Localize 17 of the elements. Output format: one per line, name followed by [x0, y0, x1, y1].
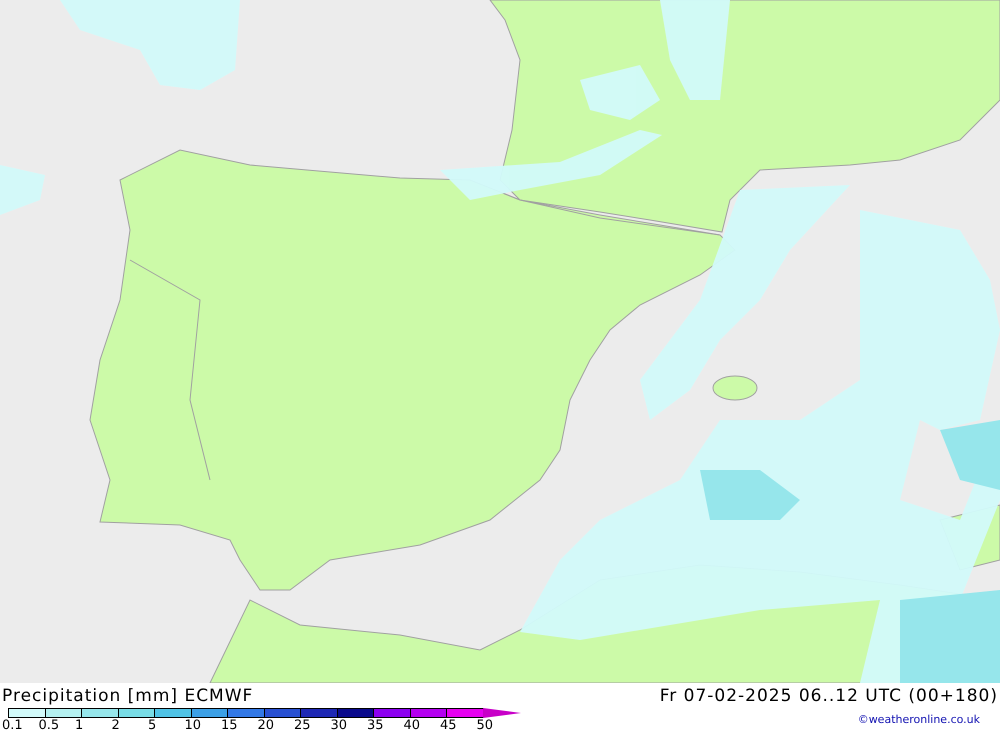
legend-label: 5	[148, 718, 156, 733]
legend-label: 10	[184, 718, 202, 733]
legend-label: 2	[112, 718, 120, 733]
legend-label: 1	[75, 718, 84, 733]
legend-label: 30	[330, 718, 348, 733]
legend-label: 40	[404, 718, 420, 733]
legend-label: 0.5	[38, 718, 60, 733]
legend-label: 25	[294, 718, 311, 733]
legend-label: 35	[367, 718, 384, 733]
legend-label: 0.1	[2, 718, 23, 733]
legend-label: 20	[258, 718, 274, 733]
legend-label: 45	[440, 718, 457, 733]
credit-link[interactable]: ©weatheronline.co.uk	[858, 713, 980, 726]
map-title: Precipitation [mm] ECMWF	[2, 686, 254, 706]
valid-time: Fr 07-02-2025 06..12 UTC (00+180)	[660, 686, 998, 706]
legend-label: 15	[221, 718, 238, 733]
legend-label: 50	[476, 718, 494, 733]
